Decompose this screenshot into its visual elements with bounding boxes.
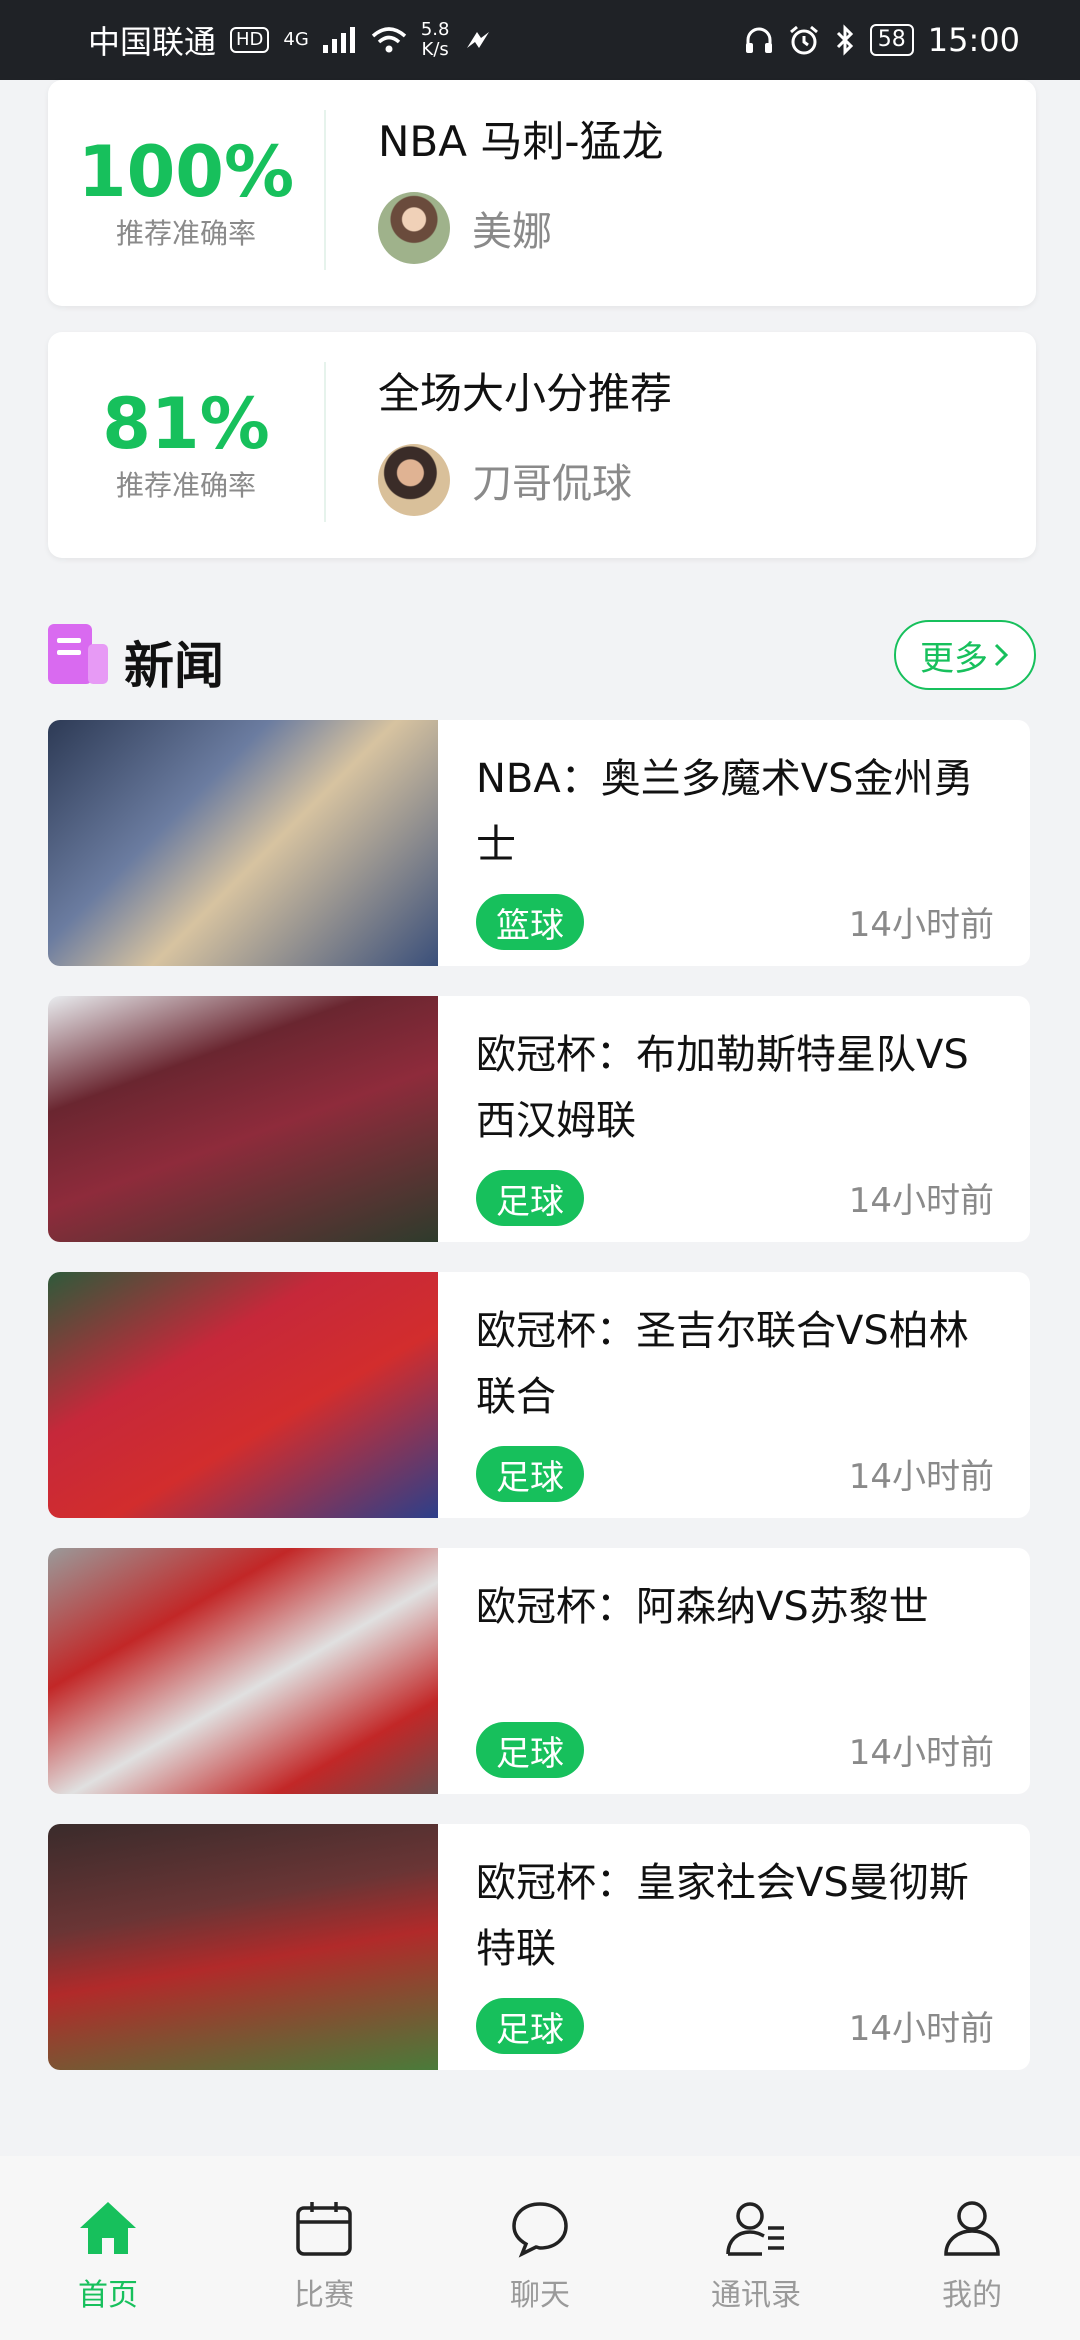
speed-unit: K/s xyxy=(421,39,449,60)
nav-item-home[interactable]: 首页 xyxy=(28,2198,188,2314)
more-label: 更多 xyxy=(920,638,988,679)
speed-value: 5.8 xyxy=(420,19,450,40)
accuracy-label: 推荐准确率 xyxy=(115,217,256,250)
bottom-nav: 首页 比赛 聊天 通讯录 我的 xyxy=(0,2156,1080,2340)
recommendation-card[interactable]: 81% 推荐准确率 全场大小分推荐 刀哥侃球 xyxy=(48,332,1036,558)
network-type: 4G xyxy=(283,29,309,50)
chat-bubble-icon xyxy=(512,2202,568,2258)
status-right: 58 15:00 xyxy=(744,21,1020,59)
category-tag: 足球 xyxy=(476,1446,584,1502)
news-thumbnail[interactable] xyxy=(48,1824,438,2070)
news-title: 欧冠杯：圣吉尔联合VS柏林联合 xyxy=(476,1308,969,1420)
news-title: 欧冠杯：布加勒斯特星队VS西汉姆联 xyxy=(476,1032,969,1144)
home-icon xyxy=(80,2202,136,2254)
category-tag: 足球 xyxy=(476,1170,584,1226)
avatar[interactable] xyxy=(378,192,450,264)
hd-badge: HD xyxy=(230,27,270,53)
recommendation-card[interactable]: 100% 推荐准确率 NBA 马刺-猛龙 美娜 xyxy=(48,80,1036,306)
accuracy-percent: 81% xyxy=(102,383,270,465)
divider xyxy=(324,362,326,522)
profile-icon xyxy=(944,2201,1000,2256)
nav-item-profile[interactable]: 我的 xyxy=(892,2198,1052,2314)
signal-icon xyxy=(322,27,355,53)
news-item[interactable]: 欧冠杯：阿森纳VS苏黎世 足球 14小时前 xyxy=(48,1548,1030,1794)
news-time: 14小时前 xyxy=(848,905,994,945)
divider xyxy=(324,110,326,270)
calendar-icon xyxy=(296,2202,352,2256)
news-time: 14小时前 xyxy=(848,1733,994,1773)
clock: 15:00 xyxy=(927,21,1020,59)
headphones-icon xyxy=(745,27,772,53)
news-item[interactable]: NBA：奥兰多魔术VS金州勇士 篮球 14小时前 xyxy=(48,720,1030,966)
nav-label: 首页 xyxy=(78,2278,138,2313)
nav-item-matches[interactable]: 比赛 xyxy=(244,2198,404,2314)
nav-label: 通讯录 xyxy=(711,2278,801,2313)
news-time: 14小时前 xyxy=(848,1181,994,1221)
news-item[interactable]: 欧冠杯：布加勒斯特星队VS西汉姆联 足球 14小时前 xyxy=(48,996,1030,1242)
status-bar: 中国联通 HD 4G 5.8 K/s 58 15:00 xyxy=(0,0,1080,80)
news-thumbnail[interactable] xyxy=(48,1272,438,1518)
news-title: 欧冠杯：皇家社会VS曼彻斯特联 xyxy=(476,1860,969,1972)
author-name: 刀哥侃球 xyxy=(472,461,632,507)
accuracy-block: 100% 推荐准确率 xyxy=(48,80,324,306)
recommendation-author[interactable]: 刀哥侃球 xyxy=(378,444,632,516)
accuracy-percent: 100% xyxy=(77,131,295,213)
app-status-icon xyxy=(467,32,490,48)
news-section-header: 新闻 更多 xyxy=(48,620,1036,695)
nav-item-chat[interactable]: 聊天 xyxy=(460,2198,620,2314)
status-left: 中国联通 HD 4G 5.8 K/s xyxy=(88,17,493,63)
recommendation-author[interactable]: 美娜 xyxy=(378,192,552,264)
news-title: 欧冠杯：阿森纳VS苏黎世 xyxy=(476,1584,929,1630)
recommendation-title: NBA 马刺-猛龙 xyxy=(378,117,664,166)
nav-label: 比赛 xyxy=(294,2278,354,2313)
more-button[interactable]: 更多 xyxy=(894,620,1036,690)
network-speed: 5.8 K/s xyxy=(421,20,450,60)
news-thumbnail[interactable] xyxy=(48,1548,438,1794)
news-time: 14小时前 xyxy=(848,1457,994,1497)
news-thumbnail[interactable] xyxy=(48,996,438,1242)
avatar[interactable] xyxy=(378,444,450,516)
bluetooth-icon xyxy=(836,24,853,56)
nav-label: 我的 xyxy=(942,2278,1002,2313)
accuracy-block: 81% 推荐准确率 xyxy=(48,332,324,558)
category-tag: 篮球 xyxy=(476,894,584,950)
carrier-name: 中国联通 xyxy=(88,23,217,61)
news-icon xyxy=(48,624,108,684)
recommendation-title: 全场大小分推荐 xyxy=(378,369,673,418)
news-title: NBA：奥兰多魔术VS金州勇士 xyxy=(476,756,974,868)
accuracy-label: 推荐准确率 xyxy=(115,469,256,502)
nav-item-contacts[interactable]: 通讯录 xyxy=(676,2198,836,2314)
category-tag: 足球 xyxy=(476,1722,584,1778)
category-tag: 足球 xyxy=(476,1998,584,2054)
nav-label: 聊天 xyxy=(510,2278,570,2313)
news-item[interactable]: 欧冠杯：皇家社会VS曼彻斯特联 足球 14小时前 xyxy=(48,1824,1030,2070)
chevron-right-icon xyxy=(994,643,1009,667)
news-thumbnail[interactable] xyxy=(48,720,438,966)
news-time: 14小时前 xyxy=(848,2009,994,2049)
contacts-icon xyxy=(726,2202,784,2256)
author-name: 美娜 xyxy=(472,209,552,255)
alarm-icon xyxy=(789,25,818,55)
section-title: 新闻 xyxy=(124,637,224,695)
wifi-icon xyxy=(371,27,406,53)
news-item[interactable]: 欧冠杯：圣吉尔联合VS柏林联合 足球 14小时前 xyxy=(48,1272,1030,1518)
battery-icon: 58 xyxy=(869,24,914,56)
